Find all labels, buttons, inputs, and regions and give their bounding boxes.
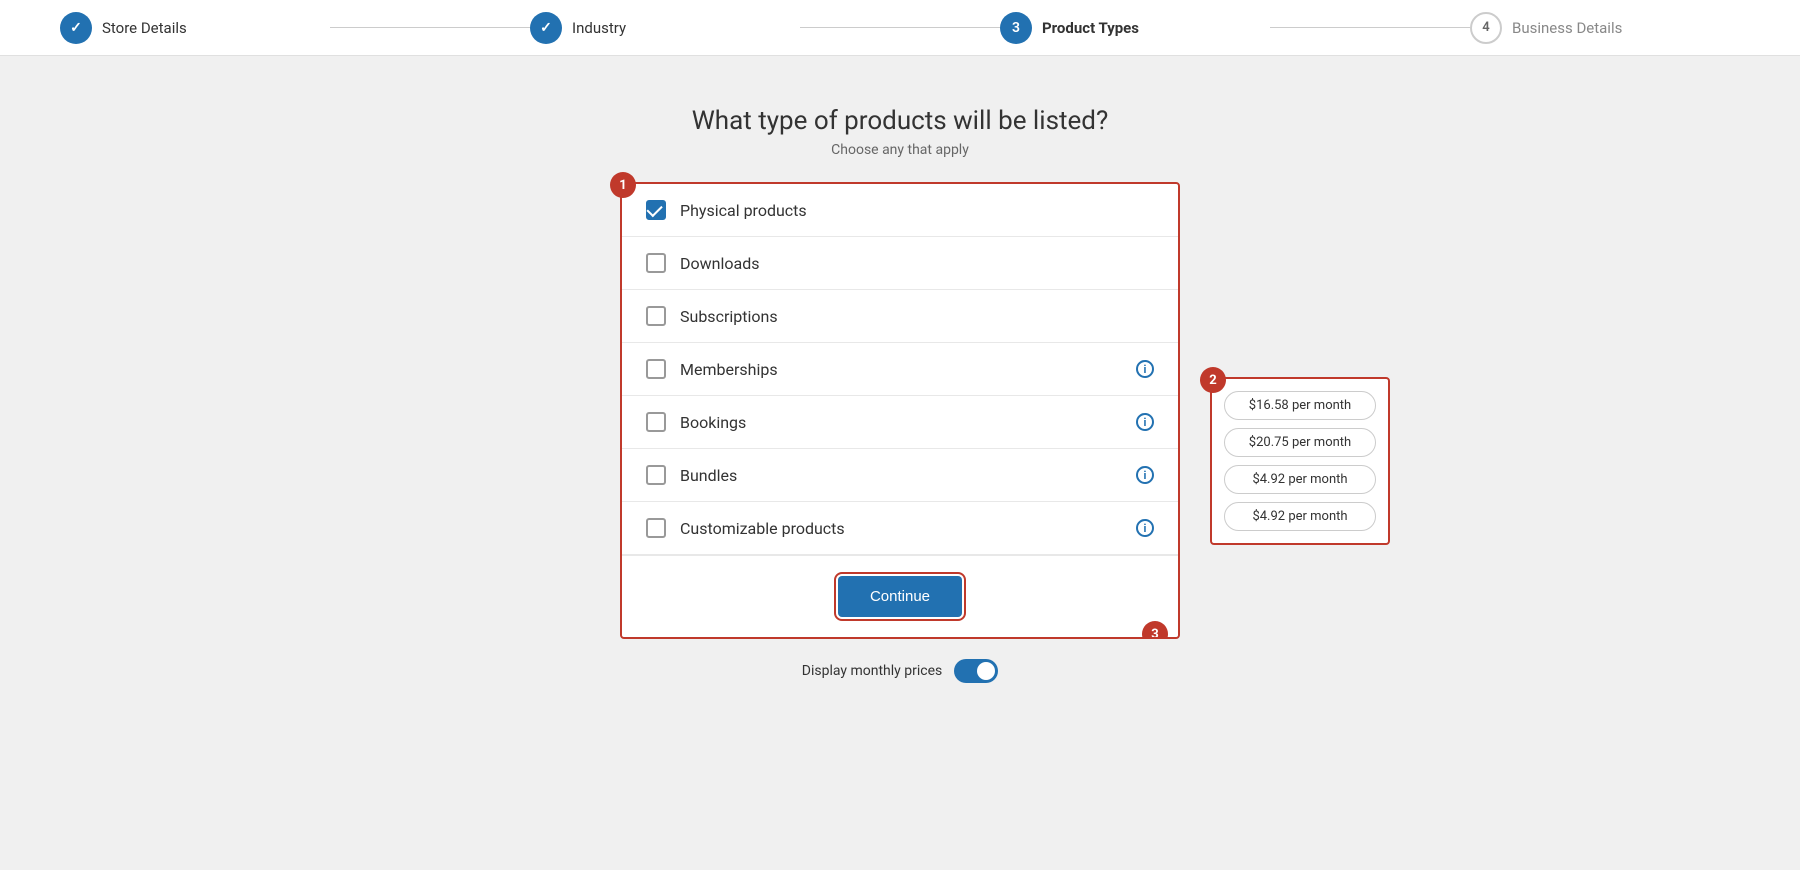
checkbox-physical[interactable] [646, 200, 666, 220]
pricing-panel: $16.58 per month $20.75 per month $4.92 … [1210, 377, 1390, 545]
step-circle-business-details: 4 [1470, 12, 1502, 44]
step-divider-3 [1270, 27, 1470, 28]
price-bookings: $20.75 per month [1224, 428, 1376, 457]
stepper: ✓ Store Details ✓ Industry 3 Product Typ… [0, 0, 1800, 56]
annotation-badge-1: 1 [610, 172, 636, 198]
step-divider-1 [330, 27, 530, 28]
continue-button[interactable]: Continue [838, 576, 962, 617]
checkbox-bundles[interactable] [646, 465, 666, 485]
info-icon-bundles[interactable]: i [1136, 466, 1154, 484]
product-item-subscriptions[interactable]: Subscriptions [622, 290, 1178, 343]
product-list-card-wrapper: 1 Physical products Downloads Subscripti… [620, 182, 1180, 639]
step-business-details: 4 Business Details [1470, 12, 1740, 44]
product-label-bookings: Bookings [680, 413, 1122, 432]
product-item-downloads[interactable]: Downloads [622, 237, 1178, 290]
step-label-product-types: Product Types [1042, 19, 1139, 37]
product-list-card: Physical products Downloads Subscription… [620, 182, 1180, 639]
product-label-memberships: Memberships [680, 360, 1122, 379]
product-item-physical[interactable]: Physical products [622, 184, 1178, 237]
step-circle-product-types: 3 [1000, 12, 1032, 44]
step-circle-industry: ✓ [530, 12, 562, 44]
step-label-industry: Industry [572, 19, 626, 37]
price-memberships: $16.58 per month [1224, 391, 1376, 420]
annotation-badge-2: 2 [1200, 367, 1226, 393]
page-title: What type of products will be listed? [692, 106, 1109, 136]
toggle-label: Display monthly prices [802, 663, 942, 679]
step-divider-2 [800, 27, 1000, 28]
product-label-bundles: Bundles [680, 466, 1122, 485]
toggle-area: Display monthly prices [802, 659, 998, 683]
product-label-subscriptions: Subscriptions [680, 307, 1154, 326]
product-label-physical: Physical products [680, 201, 1154, 220]
pricing-panel-wrapper: 2 $16.58 per month $20.75 per month $4.9… [1210, 377, 1390, 545]
product-item-bookings[interactable]: Bookings i [622, 396, 1178, 449]
product-item-bundles[interactable]: Bundles i [622, 449, 1178, 502]
info-icon-memberships[interactable]: i [1136, 360, 1154, 378]
display-monthly-prices-toggle[interactable] [954, 659, 998, 683]
main-content: What type of products will be listed? Ch… [0, 56, 1800, 683]
product-item-memberships[interactable]: Memberships i [622, 343, 1178, 396]
step-industry: ✓ Industry [530, 12, 800, 44]
continue-area: Continue 3 [622, 555, 1178, 637]
checkbox-downloads[interactable] [646, 253, 666, 273]
page-subtitle: Choose any that apply [831, 142, 969, 158]
checkbox-memberships[interactable] [646, 359, 666, 379]
checkbox-customizable[interactable] [646, 518, 666, 538]
product-item-customizable[interactable]: Customizable products i [622, 502, 1178, 555]
price-bundles: $4.92 per month [1224, 465, 1376, 494]
annotation-badge-3: 3 [1142, 621, 1168, 639]
form-outer-wrapper: 1 Physical products Downloads Subscripti… [620, 182, 1180, 639]
product-label-downloads: Downloads [680, 254, 1154, 273]
step-circle-store-details: ✓ [60, 12, 92, 44]
pricing-panel-relative: 2 $16.58 per month $20.75 per month $4.9… [1210, 377, 1390, 545]
step-product-types: 3 Product Types [1000, 12, 1270, 44]
checkbox-bookings[interactable] [646, 412, 666, 432]
product-label-customizable: Customizable products [680, 519, 1122, 538]
step-store-details: ✓ Store Details [60, 12, 330, 44]
price-customizable: $4.92 per month [1224, 502, 1376, 531]
checkbox-subscriptions[interactable] [646, 306, 666, 326]
step-label-store-details: Store Details [102, 19, 187, 37]
step-label-business-details: Business Details [1512, 19, 1622, 37]
info-icon-customizable[interactable]: i [1136, 519, 1154, 537]
info-icon-bookings[interactable]: i [1136, 413, 1154, 431]
